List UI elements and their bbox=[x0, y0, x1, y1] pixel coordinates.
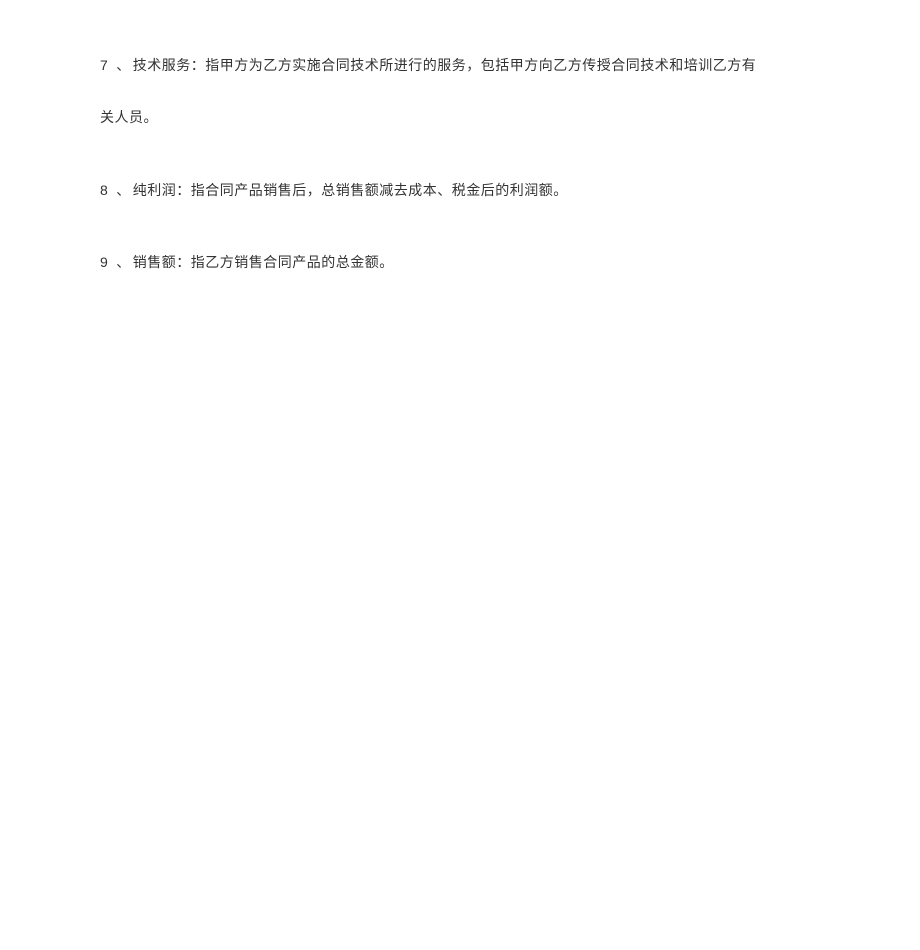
definition-text: 纯利润：指合同产品销售后，总销售额减去成本、税金后的利润额。 bbox=[133, 184, 568, 199]
item-separator: 、 bbox=[116, 256, 131, 271]
item-number: 8 bbox=[100, 182, 108, 198]
definition-text: 技术服务：指甲方为乙方实施合同技术所进行的服务，包括甲方向乙方传授合同技术和培训… bbox=[133, 59, 757, 74]
item-separator: 、 bbox=[116, 184, 131, 199]
definition-item-9: 9 、销售额：指乙方销售合同产品的总金额。 bbox=[100, 251, 820, 275]
definition-line-2: 关人员。 bbox=[100, 108, 820, 130]
definition-item-7: 7 、技术服务：指甲方为乙方实施合同技术所进行的服务，包括甲方向乙方传授合同技术… bbox=[100, 54, 820, 131]
definition-item-8: 8 、纯利润：指合同产品销售后，总销售额减去成本、税金后的利润额。 bbox=[100, 179, 820, 203]
item-separator: 、 bbox=[116, 59, 131, 74]
definition-line-1: 8 、纯利润：指合同产品销售后，总销售额减去成本、税金后的利润额。 bbox=[100, 179, 820, 203]
item-number: 7 bbox=[100, 57, 108, 73]
definition-line-1: 7 、技术服务：指甲方为乙方实施合同技术所进行的服务，包括甲方向乙方传授合同技术… bbox=[100, 54, 820, 78]
item-number: 9 bbox=[100, 254, 108, 270]
definition-text: 销售额：指乙方销售合同产品的总金额。 bbox=[133, 256, 394, 271]
definition-line-1: 9 、销售额：指乙方销售合同产品的总金额。 bbox=[100, 251, 820, 275]
